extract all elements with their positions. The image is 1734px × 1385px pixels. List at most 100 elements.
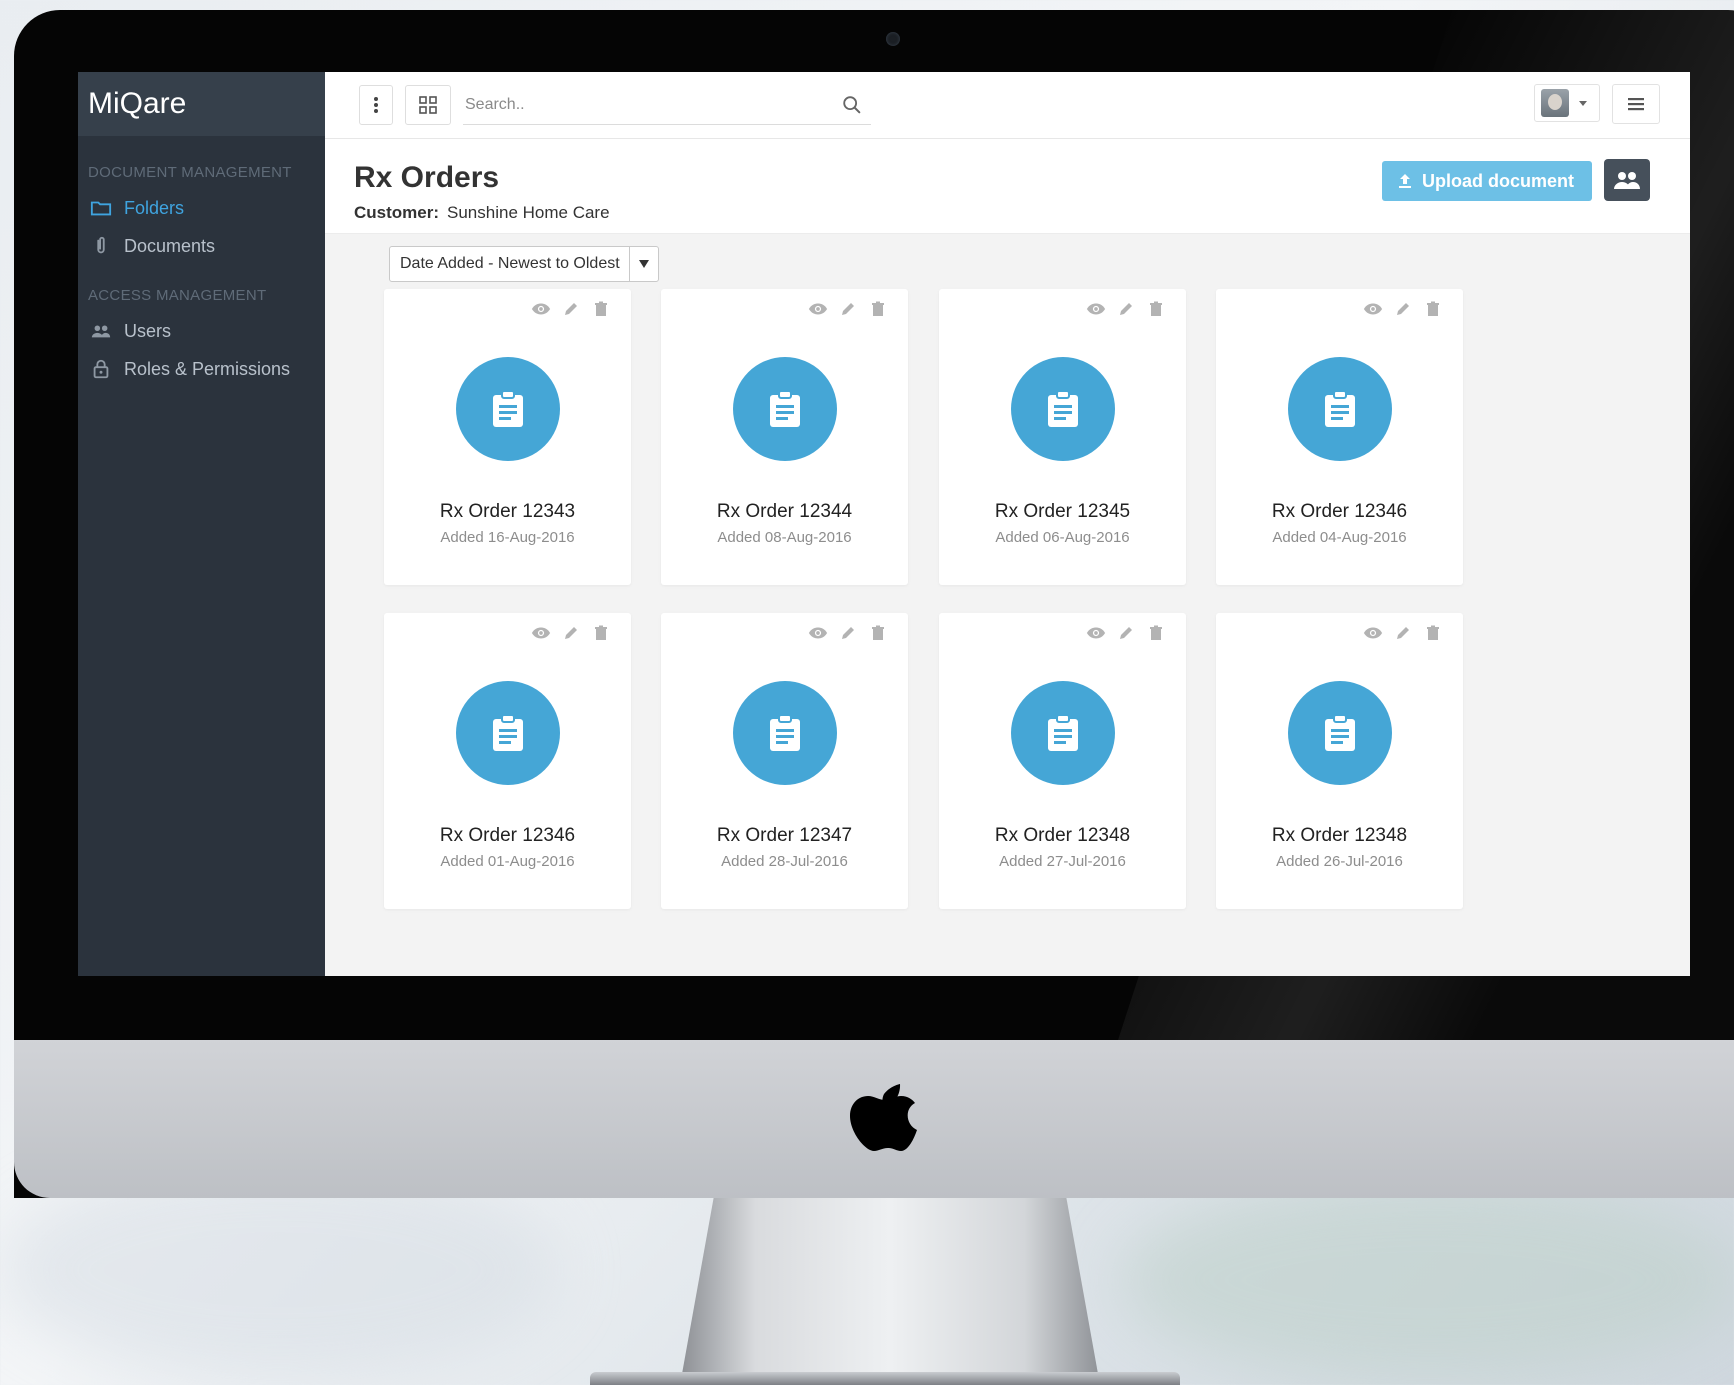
card-actions [1086,299,1166,319]
clipboard-document-icon [770,714,800,751]
users-icon [91,325,111,338]
view-eye-icon[interactable] [1086,623,1106,643]
share-users-button[interactable] [1604,159,1650,201]
view-eye-icon[interactable] [808,623,828,643]
document-thumbnail[interactable] [1011,681,1115,785]
document-thumbnail[interactable] [456,681,560,785]
document-name[interactable]: Rx Order 12348 [939,825,1186,847]
sidebar-item-label: Roles & Permissions [124,358,291,379]
document-thumbnail[interactable] [1288,681,1392,785]
sort-dropdown[interactable]: Date Added - Newest to Oldest [389,246,659,282]
view-eye-icon[interactable] [1363,299,1383,319]
document-added-date: Added 26-Jul-2016 [1276,853,1403,870]
card-actions [1363,299,1443,319]
clipboard-document-icon [493,390,523,427]
app-screen: MiQare DOCUMENT MANAGEMENT Folders Docum… [78,72,1690,976]
document-name[interactable]: Rx Order 12346 [384,825,631,847]
camera-icon [886,32,900,46]
card-actions [808,299,888,319]
document-name[interactable]: Rx Order 12346 [1216,501,1463,523]
profile-menu-button[interactable] [1534,84,1600,122]
edit-pencil-icon[interactable] [838,623,858,643]
view-eye-icon[interactable] [531,299,551,319]
delete-trash-icon[interactable] [591,299,611,319]
view-eye-icon[interactable] [531,623,551,643]
upload-document-button[interactable]: Upload document [1382,161,1592,201]
view-eye-icon[interactable] [1086,299,1106,319]
document-card[interactable]: Rx Order 12345 Added 06-Aug-2016 [939,289,1186,585]
document-card[interactable]: Rx Order 12347 Added 28-Jul-2016 [661,613,908,909]
document-card[interactable]: Rx Order 12348 Added 27-Jul-2016 [939,613,1186,909]
list-menu-button[interactable] [1612,84,1660,124]
lock-icon [93,359,109,379]
folder-icon [90,201,112,216]
users-icon [1614,172,1640,189]
edit-pencil-icon[interactable] [561,299,581,319]
document-name[interactable]: Rx Order 12344 [661,501,908,523]
delete-trash-icon[interactable] [1146,299,1166,319]
delete-trash-icon[interactable] [1423,299,1443,319]
search-input[interactable] [463,85,827,124]
dropdown-arrow-icon [629,247,658,281]
document-name[interactable]: Rx Order 12345 [939,501,1186,523]
sidebar-item-label: Folders [124,197,185,218]
paperclip-icon [97,236,105,254]
page-title: Rx Orders [354,161,500,194]
card-actions [531,623,611,643]
card-actions [1363,623,1443,643]
sidebar-item-users[interactable]: Users [78,312,325,350]
edit-pencil-icon[interactable] [1116,623,1136,643]
grid-view-button[interactable] [405,85,451,125]
document-added-date: Added 04-Aug-2016 [1272,529,1407,546]
document-name[interactable]: Rx Order 12348 [1216,825,1463,847]
kebab-menu-button[interactable] [359,85,393,125]
delete-trash-icon[interactable] [1423,623,1443,643]
sidebar-item-label: Users [124,320,172,341]
document-thumbnail[interactable] [1288,357,1392,461]
delete-trash-icon[interactable] [1146,623,1166,643]
edit-pencil-icon[interactable] [838,299,858,319]
delete-trash-icon[interactable] [868,623,888,643]
clipboard-document-icon [1325,390,1355,427]
document-thumbnail[interactable] [1011,357,1115,461]
edit-pencil-icon[interactable] [1393,299,1413,319]
view-eye-icon[interactable] [1363,623,1383,643]
document-thumbnail[interactable] [733,357,837,461]
sort-selected-value: Date Added - Newest to Oldest [400,255,620,272]
sidebar-item-documents[interactable]: Documents [78,227,325,265]
sidebar-section-access-management: ACCESS MANAGEMENT [88,287,267,304]
edit-pencil-icon[interactable] [1393,623,1413,643]
document-card[interactable]: Rx Order 12346 Added 04-Aug-2016 [1216,289,1463,585]
document-name[interactable]: Rx Order 12343 [384,501,631,523]
document-card[interactable]: Rx Order 12346 Added 01-Aug-2016 [384,613,631,909]
view-eye-icon[interactable] [808,299,828,319]
document-name[interactable]: Rx Order 12347 [661,825,908,847]
customer-info: Customer: Sunshine Home Care [354,203,610,223]
search-box [463,85,871,125]
document-thumbnail[interactable] [733,681,837,785]
sidebar-item-folders[interactable]: Folders [78,189,325,227]
avatar [1541,89,1569,117]
grid-view-icon [419,96,437,114]
document-added-date: Added 01-Aug-2016 [440,853,575,870]
delete-trash-icon[interactable] [591,623,611,643]
document-added-date: Added 27-Jul-2016 [999,853,1126,870]
apple-logo-icon [850,1084,917,1151]
sidebar-item-roles-permissions[interactable]: Roles & Permissions [78,350,325,388]
brand-logo[interactable]: MiQare [78,72,325,136]
document-thumbnail[interactable] [456,357,560,461]
main-content: Rx Orders Customer: Sunshine Home Care Up… [325,72,1690,976]
clipboard-document-icon [1325,714,1355,751]
document-card[interactable]: Rx Order 12348 Added 26-Jul-2016 [1216,613,1463,909]
document-card[interactable]: Rx Order 12344 Added 08-Aug-2016 [661,289,908,585]
search-icon[interactable] [841,94,863,116]
customer-name: Sunshine Home Care [447,203,610,222]
edit-pencil-icon[interactable] [1116,299,1136,319]
document-card[interactable]: Rx Order 12343 Added 16-Aug-2016 [384,289,631,585]
document-added-date: Added 08-Aug-2016 [717,529,852,546]
card-actions [531,299,611,319]
topbar [325,72,1690,139]
chevron-down-icon [1579,100,1587,106]
delete-trash-icon[interactable] [868,299,888,319]
edit-pencil-icon[interactable] [561,623,581,643]
